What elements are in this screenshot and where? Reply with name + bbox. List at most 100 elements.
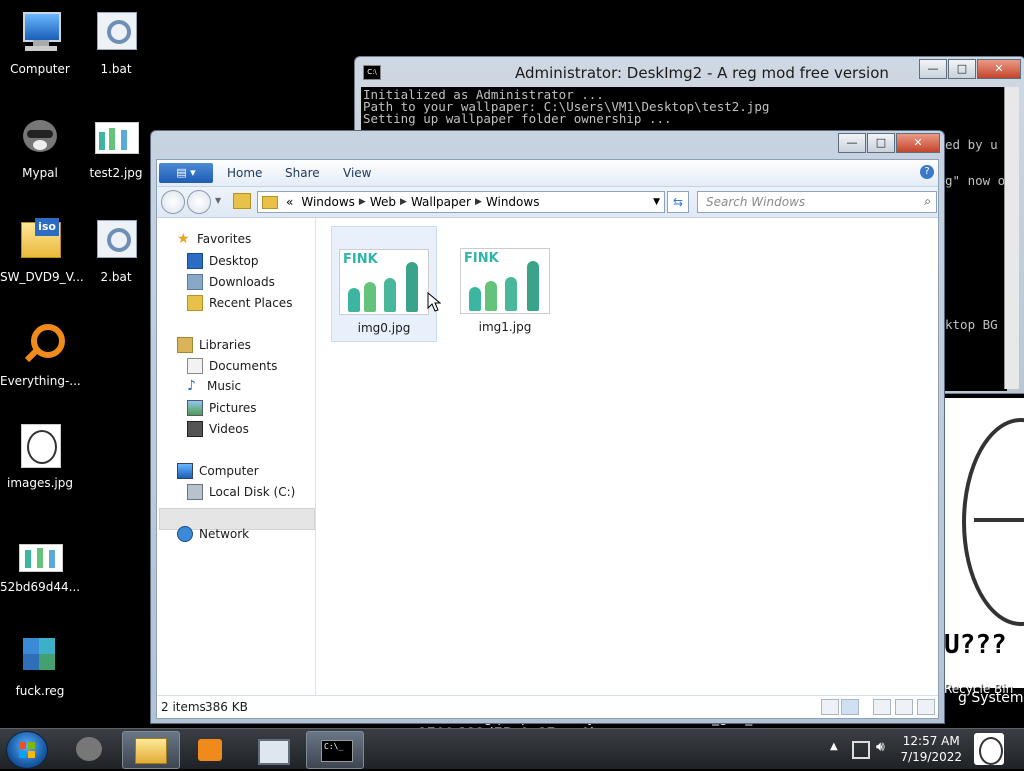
nav-favorites[interactable]: ★ Favorites xyxy=(177,232,251,246)
desktop-icon-computer[interactable]: Computer xyxy=(0,10,80,76)
desktop-icon-label: test2.jpg xyxy=(89,166,143,180)
minimize-button[interactable]: — xyxy=(838,133,866,153)
taskbar-console[interactable]: C:\_ xyxy=(306,731,364,769)
nav-label: Videos xyxy=(209,422,249,436)
nav-label: Local Disk (C:) xyxy=(209,485,296,499)
breadcrumb-item[interactable]: Windows xyxy=(301,195,355,209)
computer-icon xyxy=(177,463,193,479)
details-pane-button[interactable] xyxy=(895,699,913,715)
breadcrumb-item[interactable]: Windows xyxy=(486,195,540,209)
chevron-down-icon[interactable]: ▼ xyxy=(653,197,660,207)
volume-icon[interactable]: 🔊︎ xyxy=(876,739,885,755)
image-thumbnail-icon xyxy=(93,114,139,160)
recent-locations-dropdown[interactable]: ▼ xyxy=(215,196,221,205)
navigation-pane-button[interactable] xyxy=(917,699,935,715)
thumbnail-logo: FINK xyxy=(343,252,378,267)
desktop-icon-mypal[interactable]: Mypal xyxy=(0,114,80,180)
taskbar-mypal[interactable] xyxy=(62,731,118,767)
start-button[interactable] xyxy=(6,731,48,769)
breadcrumb-item[interactable]: Wallpaper xyxy=(411,195,471,209)
file-menu-button[interactable]: ▤ ▾ xyxy=(159,163,213,183)
details-view-button[interactable] xyxy=(821,699,839,715)
explorer-window[interactable]: — □ ✕ ▤ ▾ Home Share View ? ▼ « Windows … xyxy=(150,130,945,724)
videos-icon xyxy=(187,421,203,437)
desktop-icon-2bat[interactable]: 2.bat xyxy=(76,218,156,284)
star-icon: ★ xyxy=(177,231,190,247)
maximize-button[interactable]: □ xyxy=(867,133,895,153)
forward-button[interactable] xyxy=(187,190,211,214)
nav-desktop[interactable]: Desktop xyxy=(187,253,259,269)
selection-size: 386 KB xyxy=(205,700,248,714)
minimize-button[interactable]: — xyxy=(919,59,947,79)
maximize-button[interactable]: □ xyxy=(948,59,976,79)
desktop-icon-everything[interactable]: Everything-... xyxy=(0,322,81,388)
documents-icon xyxy=(187,358,203,374)
nav-computer[interactable]: Computer xyxy=(177,463,259,479)
taskbar-explorer[interactable] xyxy=(122,731,180,769)
nav-label: Favorites xyxy=(197,232,252,246)
desktop-icon-label: Computer xyxy=(10,62,70,76)
nav-network[interactable]: Network xyxy=(177,526,249,542)
close-button[interactable]: ✕ xyxy=(977,59,1021,79)
recent-places-icon xyxy=(187,295,203,311)
breadcrumb-overflow[interactable]: « xyxy=(286,195,293,209)
chevron-right-icon[interactable]: ▶ xyxy=(475,197,482,207)
desktop-icon-reg[interactable]: fuck.reg xyxy=(0,632,80,698)
nav-label: Network xyxy=(199,527,250,541)
raccoon-icon xyxy=(76,737,102,761)
file-item[interactable]: FINK img0.jpg xyxy=(331,226,437,342)
network-tray-icon[interactable] xyxy=(852,741,870,759)
nav-downloads[interactable]: Downloads xyxy=(187,274,275,290)
desktop-icon-1bat[interactable]: 1.bat xyxy=(76,10,156,76)
desktop-icon-images[interactable]: images.jpg xyxy=(0,424,80,490)
tab-home[interactable]: Home xyxy=(227,166,262,180)
show-desktop-button[interactable] xyxy=(974,733,1004,765)
tab-view[interactable]: View xyxy=(343,166,371,180)
iso-file-icon: iso xyxy=(17,218,63,264)
media-player-icon xyxy=(198,739,222,761)
desktop-icon-label: 1.bat xyxy=(100,62,132,76)
help-button[interactable]: ? xyxy=(920,165,934,179)
nav-libraries[interactable]: Libraries xyxy=(177,337,251,353)
taskbar-media-player[interactable] xyxy=(182,731,238,767)
nav-documents[interactable]: Documents xyxy=(187,358,277,374)
system-clock[interactable]: 12:57 AM 7/19/2022 xyxy=(900,733,962,765)
nav-recent-places[interactable]: Recent Places xyxy=(187,295,292,311)
refresh-button[interactable]: ⇆ xyxy=(667,191,689,213)
folder-icon xyxy=(135,738,167,764)
explorer-body: ▤ ▾ Home Share View ? ▼ « Windows ▶ Web … xyxy=(156,159,939,719)
computer-icon xyxy=(17,10,63,56)
chevron-right-icon[interactable]: ▶ xyxy=(359,197,366,207)
breadcrumb-item[interactable]: Web xyxy=(370,195,396,209)
nav-pictures[interactable]: Pictures xyxy=(187,400,257,416)
desktop-icon-test2[interactable]: test2.jpg xyxy=(76,114,156,180)
desktop-icon-52bd[interactable]: 52bd69d44... xyxy=(0,528,80,594)
search-input[interactable]: Search Windows ⌕ xyxy=(697,191,937,213)
tab-share[interactable]: Share xyxy=(285,166,320,180)
file-item[interactable]: FINK img1.jpg xyxy=(453,226,557,340)
file-list[interactable]: FINK img0.jpg FINK img1.jpg xyxy=(317,218,938,696)
up-folder-icon[interactable] xyxy=(233,193,251,209)
folder-icon xyxy=(262,195,278,209)
search-icon[interactable]: ⌕ xyxy=(924,194,931,209)
clock-date: 7/19/2022 xyxy=(900,750,962,764)
taskbar-notepad[interactable] xyxy=(244,731,300,767)
item-count: 2 items xyxy=(161,700,206,714)
navigation-pane: ★ Favorites Desktop Downloads Recent Pla… xyxy=(157,218,316,696)
console-fragment: ed by u xyxy=(945,137,998,152)
nav-videos[interactable]: Videos xyxy=(187,421,249,437)
back-button[interactable] xyxy=(161,190,185,214)
chevron-right-icon[interactable]: ▶ xyxy=(400,197,407,207)
show-hidden-icons-button[interactable]: ▲ xyxy=(830,741,838,752)
preview-pane-button[interactable] xyxy=(873,699,891,715)
console-app-icon: C:\ xyxy=(363,65,381,80)
desktop-icon-label: fuck.reg xyxy=(15,684,65,698)
nav-local-disk[interactable]: Local Disk (C:) xyxy=(187,484,295,500)
nav-music[interactable]: ♪ Music xyxy=(187,379,241,393)
console-scrollbar[interactable] xyxy=(1004,87,1019,389)
image-thumbnail: FINK xyxy=(339,249,429,315)
breadcrumb[interactable]: « Windows ▶ Web ▶ Wallpaper ▶ Windows ▼ xyxy=(257,191,665,213)
large-icons-view-button[interactable] xyxy=(841,699,859,715)
close-button[interactable]: ✕ xyxy=(896,133,940,153)
desktop-icon-iso[interactable]: iso SW_DVD9_V... xyxy=(0,218,84,284)
